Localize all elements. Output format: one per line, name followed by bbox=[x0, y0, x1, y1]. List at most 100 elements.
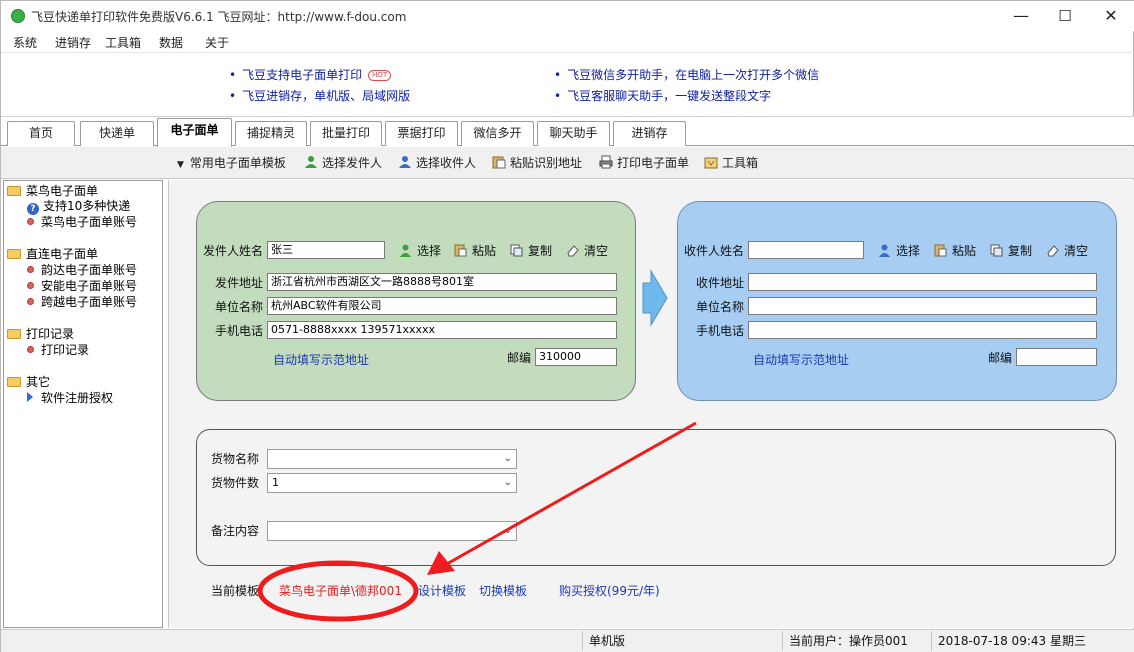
tree-register[interactable]: 软件注册授权 bbox=[27, 391, 113, 405]
print-waybill-button[interactable]: 打印电子面单 bbox=[599, 154, 689, 172]
person-icon bbox=[398, 155, 412, 169]
sender-zip-label: 邮编 bbox=[507, 351, 532, 365]
tab-home[interactable]: 首页 bbox=[7, 121, 75, 146]
caret-down-icon: ▼ bbox=[177, 160, 184, 170]
sender-name-label: 发件人姓名 bbox=[203, 244, 264, 258]
bullet-icon bbox=[27, 346, 34, 353]
tab-ticket-print[interactable]: 票据打印 bbox=[385, 121, 458, 146]
paste-icon bbox=[934, 244, 947, 257]
printer-icon bbox=[599, 155, 613, 169]
bullet-icon bbox=[27, 298, 34, 305]
status-datetime: 2018-07-18 09:43 星期三 bbox=[931, 631, 1131, 651]
tree-yunda-account[interactable]: 韵达电子面单账号 bbox=[27, 263, 137, 277]
tab-batch-print[interactable]: 批量打印 bbox=[310, 121, 382, 146]
tree-direct[interactable]: 直连电子面单 bbox=[7, 247, 98, 261]
receiver-clear-button[interactable]: 清空 bbox=[1046, 242, 1088, 260]
sender-clear-button[interactable]: 清空 bbox=[566, 242, 608, 260]
tree-print-records[interactable]: 打印记录 bbox=[7, 327, 74, 341]
tip-link-inventory[interactable]: • 飞豆进销存，单机版、局域网版 bbox=[229, 87, 410, 104]
sender-name-input[interactable]: 张三 bbox=[267, 241, 385, 259]
chevron-down-icon: ⌄ bbox=[503, 453, 512, 464]
close-button[interactable]: ✕ bbox=[1088, 1, 1134, 31]
menu-toolbox[interactable]: 工具箱 bbox=[105, 34, 141, 51]
receiver-zip-label: 邮编 bbox=[988, 351, 1013, 365]
receiver-zip-input[interactable] bbox=[1016, 348, 1097, 366]
sender-address-input[interactable]: 浙江省杭州市西湖区文一路8888号801室 bbox=[267, 273, 617, 291]
tree-cainiao[interactable]: 菜鸟电子面单 bbox=[7, 184, 98, 198]
eraser-icon bbox=[566, 244, 579, 257]
receiver-select-button[interactable]: 选择 bbox=[878, 242, 920, 260]
receiver-phone-input[interactable] bbox=[748, 321, 1097, 339]
app-window: 飞豆快递单打印软件免费版V6.6.1 飞豆网址：http://www.f-dou… bbox=[0, 0, 1134, 652]
tip-link-eorder[interactable]: • 飞豆支持电子面单打印 HOT bbox=[229, 66, 392, 83]
receiver-address-label: 收件地址 bbox=[696, 276, 745, 290]
goods-count-select[interactable]: 1 ⌄ bbox=[267, 473, 517, 493]
switch-template-link[interactable]: 切换模板 bbox=[479, 582, 527, 600]
sender-select-button[interactable]: 选择 bbox=[399, 242, 441, 260]
sender-company-input[interactable]: 杭州ABC软件有限公司 bbox=[267, 297, 617, 315]
copy-icon bbox=[990, 244, 1003, 257]
tab-inventory[interactable]: 进销存 bbox=[613, 121, 686, 146]
arrow-right-icon bbox=[641, 269, 669, 330]
menu-about[interactable]: 关于 bbox=[205, 34, 229, 51]
receiver-autofill-link[interactable]: 自动填写示范地址 bbox=[753, 351, 849, 369]
chevron-down-icon: ⌄ bbox=[503, 525, 512, 536]
window-title: 飞豆快递单打印软件免费版V6.6.1 飞豆网址：http://www.f-dou… bbox=[31, 10, 407, 24]
paste-icon bbox=[454, 244, 467, 257]
bullet-icon bbox=[27, 266, 34, 273]
tip-link-chat[interactable]: • 飞豆客服聊天助手，一键发送整段文字 bbox=[554, 87, 771, 104]
bullet-icon bbox=[27, 282, 34, 289]
tree-print-record-item[interactable]: 打印记录 bbox=[27, 343, 89, 357]
maximize-button[interactable]: ☐ bbox=[1042, 1, 1088, 31]
person-icon bbox=[399, 244, 412, 257]
sender-paste-button[interactable]: 粘贴 bbox=[454, 242, 496, 260]
folder-icon bbox=[7, 186, 21, 196]
receiver-address-input[interactable] bbox=[748, 273, 1097, 291]
toolbox-button[interactable]: 工具箱 bbox=[704, 154, 758, 172]
menu-system[interactable]: 系统 bbox=[13, 34, 37, 51]
tree-cainiao-support[interactable]: ? 支持10多种快递 bbox=[27, 199, 130, 215]
current-template-label: 当前模板 bbox=[211, 584, 260, 598]
toolbox-icon bbox=[704, 155, 718, 169]
goods-count-label: 货物件数 bbox=[211, 476, 260, 490]
sender-address-label: 发件地址 bbox=[215, 276, 264, 290]
folder-icon bbox=[7, 329, 21, 339]
minimize-button[interactable]: — bbox=[998, 1, 1044, 31]
tab-capture[interactable]: 捕捉精灵 bbox=[235, 121, 307, 146]
receiver-paste-button[interactable]: 粘贴 bbox=[934, 242, 976, 260]
folder-icon bbox=[7, 377, 21, 387]
receiver-phone-label: 手机电话 bbox=[696, 324, 745, 338]
design-template-link[interactable]: 设计模板 bbox=[418, 582, 466, 600]
tree-cainiao-account[interactable]: 菜鸟电子面单账号 bbox=[27, 215, 137, 229]
tip-link-wechat[interactable]: • 飞豆微信多开助手，在电脑上一次打开多个微信 bbox=[554, 66, 819, 83]
select-receiver-button[interactable]: 选择收件人 bbox=[398, 154, 476, 172]
menu-data[interactable]: 数据 bbox=[159, 34, 183, 51]
paste-icon bbox=[492, 155, 506, 169]
sender-zip-input[interactable]: 310000 bbox=[535, 348, 617, 366]
tree-other[interactable]: 其它 bbox=[7, 375, 50, 389]
receiver-company-label: 单位名称 bbox=[696, 300, 745, 314]
copy-icon bbox=[510, 244, 523, 257]
tree-kuayue-account[interactable]: 跨越电子面单账号 bbox=[27, 295, 137, 309]
receiver-company-input[interactable] bbox=[748, 297, 1097, 315]
tab-express-waybill[interactable]: 快递单 bbox=[80, 121, 154, 146]
goods-name-select[interactable]: ⌄ bbox=[267, 449, 517, 469]
buy-license-link[interactable]: 购买授权(99元/年) bbox=[559, 582, 660, 600]
receiver-copy-button[interactable]: 复制 bbox=[990, 242, 1032, 260]
chevron-down-icon: ⌄ bbox=[503, 477, 512, 488]
sender-autofill-link[interactable]: 自动填写示范地址 bbox=[273, 351, 369, 369]
select-sender-button[interactable]: 选择发件人 bbox=[304, 154, 382, 172]
person-icon bbox=[304, 155, 318, 169]
tab-electronic-waybill[interactable]: 电子面单 bbox=[157, 118, 232, 147]
sender-phone-input[interactable]: 0571-8888xxxx 139571xxxxx bbox=[267, 321, 617, 339]
template-dropdown-button[interactable]: ▼ 常用电子面单模板 bbox=[177, 154, 286, 172]
tab-wechat-multi[interactable]: 微信多开 bbox=[461, 121, 534, 146]
tree-anneng-account[interactable]: 安能电子面单账号 bbox=[27, 279, 137, 293]
tab-chat-helper[interactable]: 聊天助手 bbox=[537, 121, 610, 146]
menu-inventory[interactable]: 进销存 bbox=[55, 34, 91, 51]
receiver-name-input[interactable] bbox=[748, 241, 864, 259]
paste-address-button[interactable]: 粘贴识别地址 bbox=[492, 154, 582, 172]
help-icon: ? bbox=[27, 203, 39, 215]
goods-note-select[interactable]: ⌄ bbox=[267, 521, 517, 541]
sender-copy-button[interactable]: 复制 bbox=[510, 242, 552, 260]
